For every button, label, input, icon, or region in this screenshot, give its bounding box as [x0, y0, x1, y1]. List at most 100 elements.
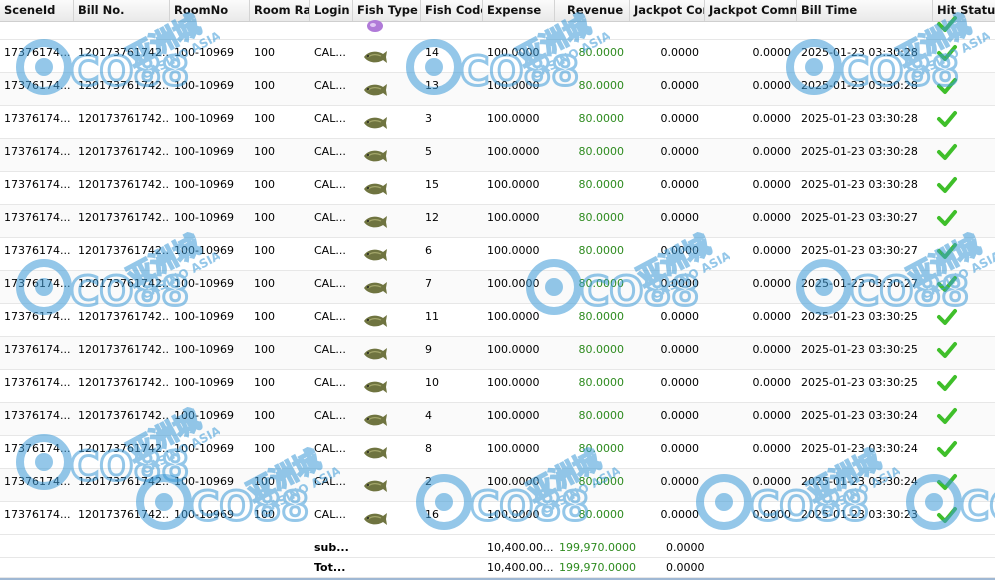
- cell-bill-no: 120173761742...: [78, 145, 170, 158]
- cell-jackpot-con: 0.0000: [660, 277, 700, 290]
- cell-bill-time: 2025-01-23 03:30:28: [801, 46, 918, 59]
- cell-room-no: 100-10969: [174, 310, 234, 323]
- check-icon: [937, 309, 957, 325]
- cell-fish-code: 3: [425, 112, 432, 125]
- subtotal-row: sub... 10,400.00... 199,970.0000 0.0000: [0, 537, 995, 558]
- cell-bill-time: 2025-01-23 03:30:28: [801, 112, 918, 125]
- cell-room-no: 100-10969: [174, 145, 234, 158]
- cell-jackpot-con: 0.0000: [660, 310, 700, 323]
- cell-login: CAL...: [314, 442, 346, 455]
- cell-revenue: 80.0000: [578, 475, 625, 488]
- table-row[interactable]: 17376174... 120173761742... 100-10969 100 CA…: [0, 205, 995, 238]
- cell-fish-code: 6: [425, 244, 432, 257]
- cell-fish-code: 5: [425, 145, 432, 158]
- cell-bill-time: 2025-01-23 03:30:25: [801, 343, 918, 356]
- subtotal-label: sub...: [314, 541, 349, 554]
- subtotal-expense: 10,400.00...: [487, 541, 554, 554]
- cell-room-rate: 100: [254, 409, 275, 422]
- col-header-bill-time[interactable]: Bill Time: [797, 0, 933, 21]
- table-row[interactable]: 17376174... 120173761742... 100-10969 100 CA…: [0, 337, 995, 370]
- cell-revenue: 80.0000: [578, 343, 625, 356]
- col-header-fish-type[interactable]: Fish Type: [353, 0, 421, 21]
- cell-login: CAL...: [314, 343, 346, 356]
- col-header-bill-no[interactable]: Bill No.: [74, 0, 170, 21]
- cell-scene-id: 17376174...: [4, 145, 71, 158]
- cell-bill-no: 120173761742...: [78, 343, 170, 356]
- col-header-room-no[interactable]: RoomNo: [170, 0, 250, 21]
- cell-bill-no: 120173761742...: [78, 508, 170, 521]
- table-row[interactable]: 17376174... 120173761742... 100-10969 100 CA…: [0, 40, 995, 73]
- table-row[interactable]: 17376174... 120173761742... 100-10969 100 CA…: [0, 436, 995, 469]
- cell-room-rate: 100: [254, 475, 275, 488]
- cell-room-no: 100-10969: [174, 376, 234, 389]
- col-header-expense[interactable]: Expense: [483, 0, 555, 21]
- table-row[interactable]: 17376174... 120173761742... 100-10969 100 CA…: [0, 139, 995, 172]
- table-row[interactable]: 17376174... 120173761742... 100-10969 100 CA…: [0, 304, 995, 337]
- cell-login: CAL...: [314, 145, 346, 158]
- cell-expense: 100.0000: [487, 442, 540, 455]
- cell-login: CAL...: [314, 79, 346, 92]
- cell-login: CAL...: [314, 277, 346, 290]
- cell-revenue: 80.0000: [578, 79, 625, 92]
- cell-jackpot-con: 0.0000: [660, 244, 700, 257]
- cell-room-no: 100-10969: [174, 475, 234, 488]
- fish-icon: [364, 216, 387, 228]
- cell-revenue: 80.0000: [578, 244, 625, 257]
- col-header-jackpot-con[interactable]: Jackpot Con: [630, 0, 705, 21]
- cell-room-no: 100-10969: [174, 442, 234, 455]
- col-header-revenue[interactable]: Revenue: [555, 0, 630, 21]
- cell-login: CAL...: [314, 310, 346, 323]
- cell-expense: 100.0000: [487, 475, 540, 488]
- cell-jackpot-comm: 0.0000: [752, 310, 792, 323]
- table-row[interactable]: 17376174... 120173761742... 100-10969 100 CA…: [0, 172, 995, 205]
- table-row[interactable]: 17376174... 120173761742... 100-10969 100 CA…: [0, 271, 995, 304]
- cell-bill-time: 2025-01-23 03:30:28: [801, 178, 918, 191]
- cell-bill-time: 2025-01-23 03:30:27: [801, 277, 918, 290]
- fish-icon: [364, 117, 387, 129]
- table-row[interactable]: 17376174... 120173761742... 100-10969 100 CA…: [0, 502, 995, 535]
- table-row-partial[interactable]: [0, 16, 995, 40]
- cell-bill-no: 120173761742...: [78, 79, 170, 92]
- col-header-scene-id[interactable]: SceneId: [0, 0, 74, 21]
- table-row[interactable]: 17376174... 120173761742... 100-10969 100 CA…: [0, 370, 995, 403]
- total-expense: 10,400.00...: [487, 561, 554, 574]
- cell-room-no: 100-10969: [174, 211, 234, 224]
- fish-icon: [364, 414, 387, 426]
- check-icon: [937, 210, 957, 226]
- cell-room-rate: 100: [254, 442, 275, 455]
- table-row[interactable]: 17376174... 120173761742... 100-10969 100 CA…: [0, 469, 995, 502]
- table-row[interactable]: 17376174... 120173761742... 100-10969 100 CA…: [0, 403, 995, 436]
- cell-fish-code: 14: [425, 46, 439, 59]
- cell-revenue: 80.0000: [578, 277, 625, 290]
- cell-jackpot-con: 0.0000: [660, 145, 700, 158]
- cell-fish-code: 4: [425, 409, 432, 422]
- col-header-login[interactable]: Login I: [310, 0, 353, 21]
- table-row[interactable]: 17376174... 120173761742... 100-10969 100 CA…: [0, 238, 995, 271]
- cell-room-no: 100-10969: [174, 79, 234, 92]
- cell-bill-time: 2025-01-23 03:30:25: [801, 310, 918, 323]
- cell-scene-id: 17376174...: [4, 178, 71, 191]
- cell-fish-code: 13: [425, 79, 439, 92]
- cell-scene-id: 17376174...: [4, 211, 71, 224]
- check-icon: [937, 342, 957, 358]
- cell-fish-code: 7: [425, 277, 432, 290]
- col-header-fish-code[interactable]: Fish Code: [421, 0, 483, 21]
- cell-bill-time: 2025-01-23 03:30:28: [801, 79, 918, 92]
- cell-login: CAL...: [314, 46, 346, 59]
- cell-expense: 100.0000: [487, 145, 540, 158]
- cell-bill-no: 120173761742...: [78, 310, 170, 323]
- cell-scene-id: 17376174...: [4, 442, 71, 455]
- table-row[interactable]: 17376174... 120173761742... 100-10969 100 CA…: [0, 73, 995, 106]
- cell-bill-time: 2025-01-23 03:30:24: [801, 442, 918, 455]
- cell-room-rate: 100: [254, 145, 275, 158]
- col-header-jackpot-comm[interactable]: Jackpot Comm: [705, 0, 797, 21]
- fish-icon: [364, 150, 387, 162]
- cell-fish-code: 15: [425, 178, 439, 191]
- table-row[interactable]: 17376174... 120173761742... 100-10969 100 CA…: [0, 106, 995, 139]
- cell-jackpot-comm: 0.0000: [752, 475, 792, 488]
- col-header-room-rate[interactable]: Room Rat: [250, 0, 310, 21]
- cell-bill-no: 120173761742...: [78, 475, 170, 488]
- fish-icon: [364, 381, 387, 393]
- cell-room-no: 100-10969: [174, 46, 234, 59]
- cell-jackpot-con: 0.0000: [660, 442, 700, 455]
